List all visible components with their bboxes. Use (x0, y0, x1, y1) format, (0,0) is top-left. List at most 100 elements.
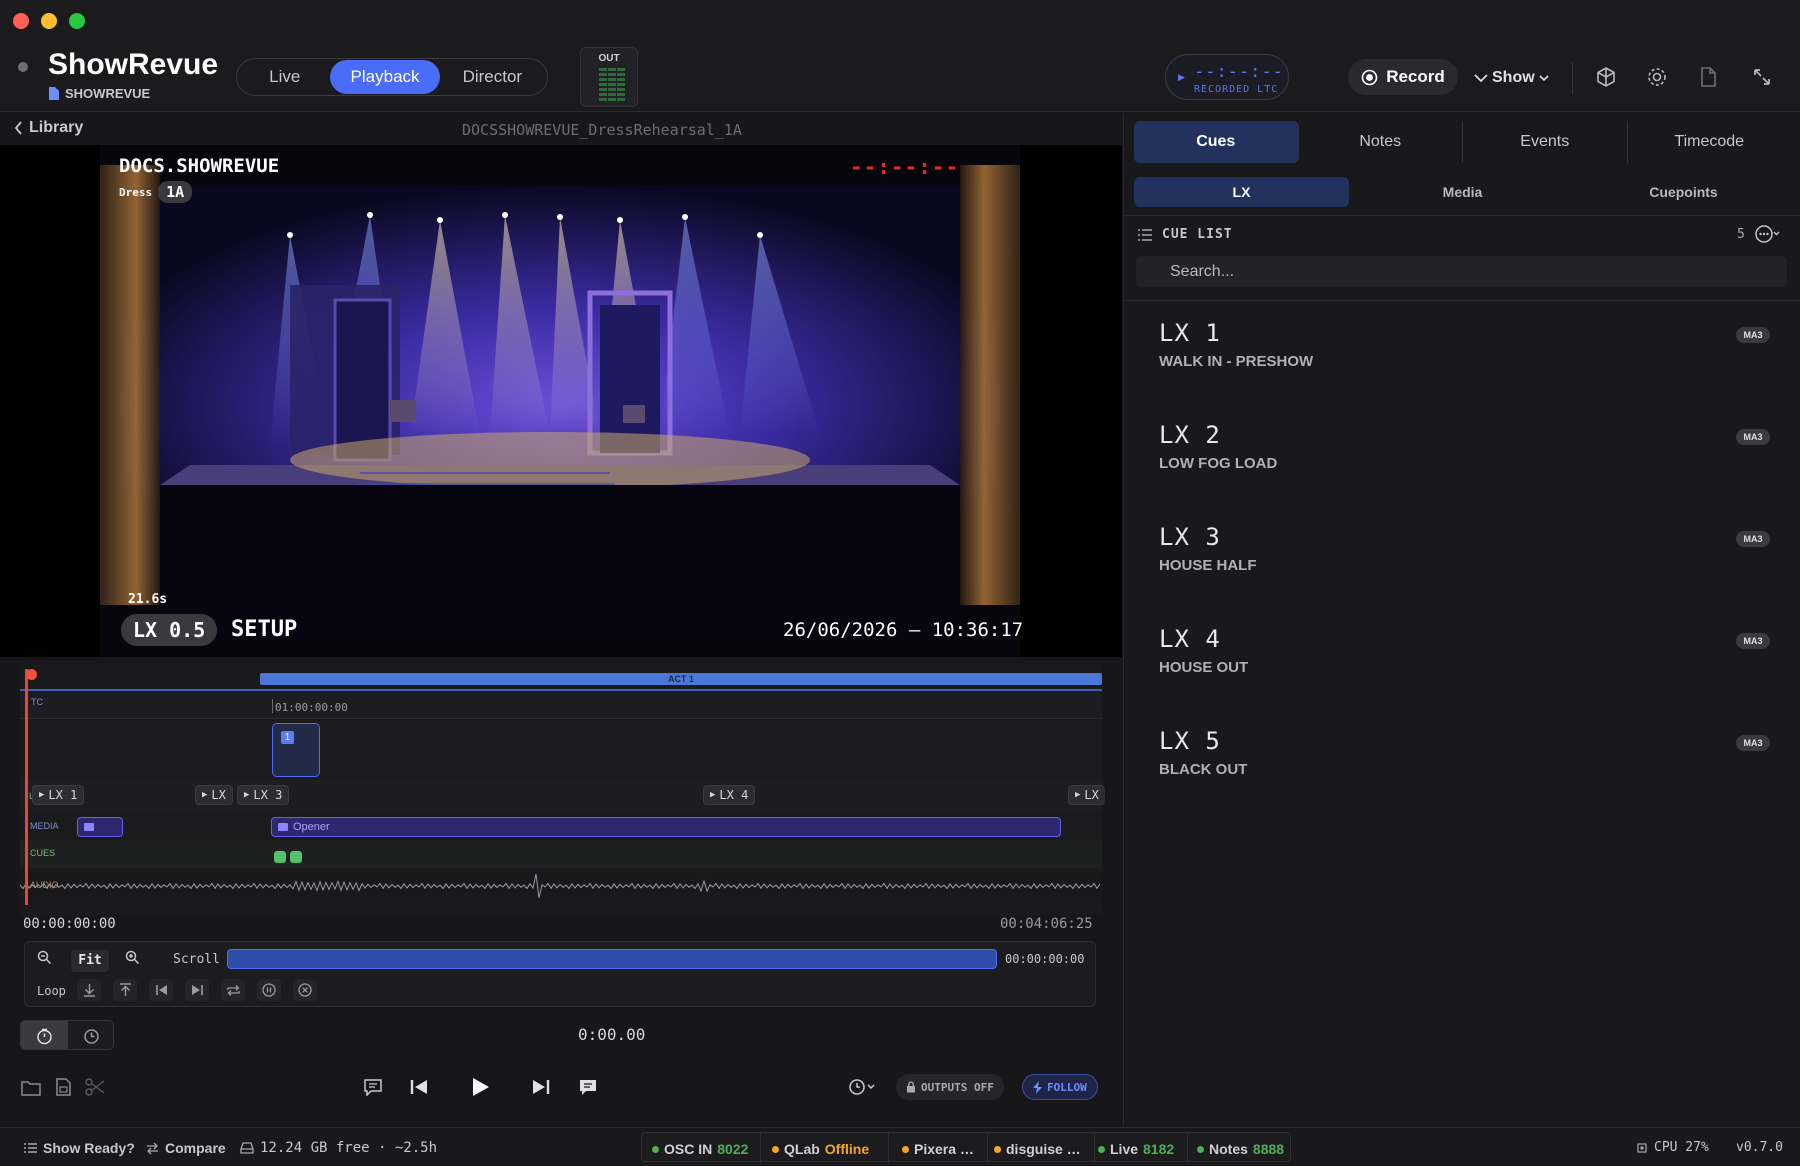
status-dot (902, 1145, 909, 1153)
cue-search-input[interactable] (1136, 256, 1787, 287)
cue-list-item[interactable]: LX 3 HOUSE HALF MA3 (1124, 515, 1800, 615)
record-button[interactable]: Record (1348, 59, 1458, 95)
zoom-window-button[interactable] (69, 13, 85, 29)
cube-icon[interactable] (1592, 63, 1620, 91)
recorded-ltc-display[interactable]: ▶ --:--:-- RECORDED LTC (1165, 54, 1289, 100)
overlay-elapsed: 21.6s (128, 592, 168, 607)
service-disguise[interactable]: disguise … (994, 1141, 1081, 1157)
loop-pause-icon[interactable] (257, 979, 281, 1001)
close-window-button[interactable] (13, 13, 29, 29)
set-loop-out-icon[interactable] (113, 979, 137, 1001)
service-notes[interactable]: Notes 8888 (1197, 1141, 1284, 1157)
service-value: 8022 (717, 1141, 749, 1157)
status-dot (652, 1145, 659, 1153)
history-icon[interactable] (846, 1074, 880, 1100)
console-badge: MA3 (1736, 735, 1770, 751)
show-menu-button[interactable]: Show (1474, 64, 1549, 92)
overlay-dress: Dress 1A (119, 181, 193, 203)
lx-cue-chip[interactable]: ▶ LX (195, 785, 233, 805)
fit-button[interactable]: Fit (71, 950, 109, 972)
folder-icon[interactable] (18, 1074, 44, 1100)
playhead[interactable] (25, 669, 37, 905)
show-label: Show (1492, 69, 1535, 86)
gear-icon[interactable] (1643, 63, 1671, 91)
lx-chip-label: LX 1 (48, 788, 78, 802)
bolt-icon (1033, 1080, 1042, 1094)
set-loop-in-icon[interactable] (77, 979, 101, 1001)
lx-cue-chip[interactable]: ▶ LX (1068, 785, 1105, 805)
loop-toggle-icon[interactable] (221, 979, 245, 1001)
expand-icon[interactable] (1748, 63, 1776, 91)
cue-list-item[interactable]: LX 1 WALK IN - PRESHOW MA3 (1124, 311, 1800, 411)
tab-notes[interactable]: Notes (1299, 121, 1463, 163)
tab-timecode[interactable]: Timecode (1628, 121, 1792, 163)
cues-track-label: CUES (30, 848, 56, 858)
zoom-in-icon[interactable] (125, 950, 140, 970)
tab-playback[interactable]: Playback (330, 60, 440, 94)
video-player[interactable]: DOCS.SHOWREVUE Dress 1A --:--:-- 21.6s L… (0, 145, 1122, 657)
meter-segment (617, 93, 625, 96)
go-loop-end-icon[interactable] (185, 979, 209, 1001)
meter-segment (608, 78, 616, 81)
go-loop-start-icon[interactable] (149, 979, 173, 1001)
subtab-lx[interactable]: LX (1134, 177, 1349, 207)
skip-forward-icon[interactable] (528, 1074, 554, 1100)
playhead-knob[interactable] (26, 669, 37, 680)
next-note-icon[interactable] (575, 1074, 601, 1100)
cue-point[interactable] (290, 851, 302, 863)
show-ready-label: Show Ready? (43, 1140, 135, 1156)
lx-chip-label: LX (211, 788, 226, 802)
tab-cues[interactable]: Cues (1134, 121, 1299, 163)
timeline[interactable]: ACT 1 TC 01:00:00:00 1 LX ▶LX 1 ▶LX ▶LX … (20, 665, 1105, 915)
clock-icon[interactable] (68, 1021, 113, 1049)
cue-number: LX 5 (1159, 727, 1221, 755)
divider (1124, 300, 1800, 301)
prev-note-icon[interactable] (360, 1074, 386, 1100)
cue-list-item[interactable]: LX 4 HOUSE OUT MA3 (1124, 617, 1800, 717)
loop-clear-icon[interactable] (293, 979, 317, 1001)
scissors-icon[interactable] (82, 1074, 108, 1100)
follow-toggle[interactable]: FOLLOW (1022, 1074, 1098, 1100)
scroll-bar[interactable] (227, 949, 997, 969)
media-clip[interactable] (77, 817, 123, 837)
act-bar[interactable]: ACT 1 (260, 673, 1102, 685)
library-back-link[interactable]: Library (14, 119, 83, 137)
console-badge: MA3 (1736, 531, 1770, 547)
zoom-out-icon[interactable] (37, 950, 52, 970)
subtab-cuepoints[interactable]: Cuepoints (1576, 177, 1791, 207)
status-dot (772, 1145, 779, 1153)
marker-clip[interactable]: 1 (272, 723, 320, 777)
service-status-group: OSC IN 8022 QLab Offline Pixera … disguise… (641, 1132, 1291, 1163)
document-icon[interactable] (1694, 63, 1722, 91)
export-icon[interactable] (50, 1074, 76, 1100)
lx-track: LX (20, 779, 1102, 811)
subtab-media[interactable]: Media (1355, 177, 1570, 207)
service-pixera[interactable]: Pixera … (902, 1141, 974, 1157)
tab-director[interactable]: Director (440, 60, 545, 94)
lx-cue-chip[interactable]: ▶ LX 1 (32, 785, 85, 805)
service-live[interactable]: Live 8182 (1098, 1141, 1174, 1157)
cue-number: LX 1 (1159, 319, 1221, 347)
service-osc-in[interactable]: OSC IN 8022 (652, 1141, 748, 1157)
tab-events[interactable]: Events (1463, 121, 1628, 163)
lx-cue-chip[interactable]: ▶ LX 4 (703, 785, 756, 805)
service-qlab[interactable]: QLab Offline (772, 1141, 869, 1157)
clock-mode-toggle[interactable] (20, 1020, 114, 1050)
play-small-icon: ▶ (39, 790, 45, 800)
more-options-icon[interactable] (1754, 223, 1780, 245)
show-ready-button[interactable]: Show Ready? (24, 1140, 135, 1156)
cue-list-item[interactable]: LX 2 LOW FOG LOAD MA3 (1124, 413, 1800, 513)
cpu-status: CPU 27% (1636, 1140, 1709, 1155)
timer-icon[interactable] (21, 1021, 68, 1049)
media-clip-opener[interactable]: Opener (271, 817, 1061, 837)
lx-cue-chip[interactable]: ▶ LX 3 (237, 785, 290, 805)
play-icon[interactable] (467, 1074, 493, 1100)
cue-point[interactable] (274, 851, 286, 863)
outputs-toggle[interactable]: OUTPUTS OFF (896, 1074, 1004, 1100)
skip-back-icon[interactable] (406, 1074, 432, 1100)
minimize-window-button[interactable] (41, 13, 57, 29)
tab-live[interactable]: Live (239, 60, 330, 94)
cue-list-item[interactable]: LX 5 BLACK OUT MA3 (1124, 719, 1800, 819)
compare-button[interactable]: Compare (146, 1140, 226, 1156)
service-label: OSC IN (664, 1141, 713, 1157)
